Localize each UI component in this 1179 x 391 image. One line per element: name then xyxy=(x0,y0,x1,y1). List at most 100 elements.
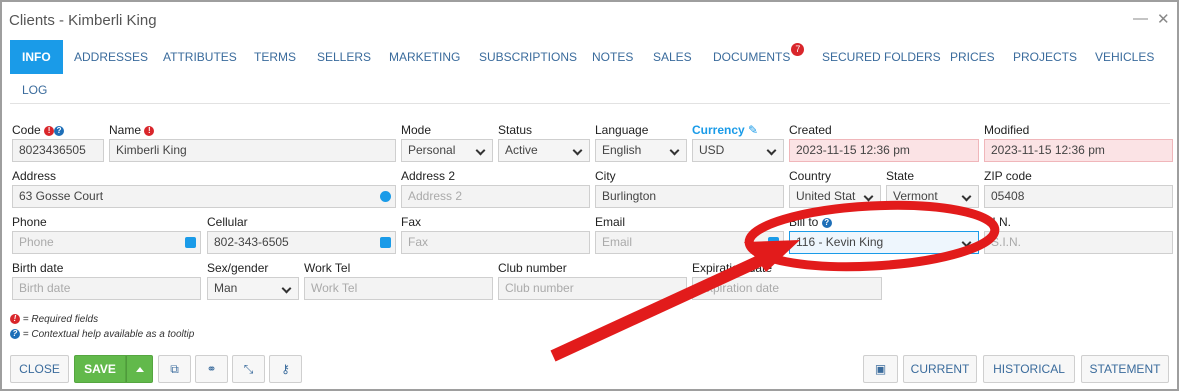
sexgender-select[interactable]: Man xyxy=(207,277,299,300)
help-legend: ? = Contextual help available as a toolt… xyxy=(10,329,194,340)
billto-select[interactable]: 116 - Kevin King xyxy=(789,231,979,254)
phone-label: Phone xyxy=(12,215,47,229)
edit-icon[interactable]: ✎ xyxy=(748,123,758,137)
sin-field[interactable]: S.I.N. xyxy=(984,231,1173,254)
modified-field: 2023-11-15 12:36 pm xyxy=(984,139,1173,162)
phone-icon[interactable] xyxy=(380,237,391,248)
sin-label: .I.N. xyxy=(989,215,1012,229)
close-icon[interactable]: ✕ xyxy=(1157,10,1170,28)
modified-label: Modified xyxy=(984,123,1030,137)
duplicate-button[interactable]: ⧉ xyxy=(158,355,191,383)
tab-vehicles[interactable]: VEHICLES xyxy=(1083,40,1166,74)
tab-documents-label: DOCUMENTS xyxy=(713,50,791,64)
zip-field[interactable]: 05408 xyxy=(984,185,1173,208)
phone-icon[interactable] xyxy=(185,237,196,248)
tab-terms[interactable]: TERMS xyxy=(242,40,308,74)
save-button[interactable]: SAVE xyxy=(74,355,126,383)
worktel-field[interactable]: Work Tel xyxy=(304,277,493,300)
currency-select[interactable]: USD xyxy=(692,139,784,162)
birthdate-label: Birth date xyxy=(12,261,64,275)
caret-up-icon xyxy=(135,367,144,373)
tab-bar: INFO ADDRESSES ATTRIBUTES TERMS SELLERS … xyxy=(10,40,1170,104)
tab-sales[interactable]: SALES xyxy=(641,40,704,74)
help-icon[interactable]: ? xyxy=(821,217,832,228)
code-label: Code !? xyxy=(12,123,65,137)
envelope-icon[interactable] xyxy=(768,237,779,248)
billto-label: Bill to ? xyxy=(789,215,832,229)
created-label: Created xyxy=(789,123,832,137)
country-select[interactable]: United Stat xyxy=(789,185,881,208)
worktel-label: Work Tel xyxy=(304,261,351,275)
address2-label: Address 2 xyxy=(401,169,456,183)
cellular-label: Cellular xyxy=(207,215,248,229)
tab-projects[interactable]: PROJECTS xyxy=(1001,40,1089,74)
expiration-field[interactable]: Expiration date xyxy=(692,277,882,300)
fax-label: Fax xyxy=(401,215,422,229)
minimize-icon[interactable]: — xyxy=(1133,10,1148,27)
status-select[interactable]: Active xyxy=(498,139,590,162)
statement-button[interactable]: STATEMENT xyxy=(1081,355,1169,383)
tab-sellers[interactable]: SELLERS xyxy=(305,40,383,74)
money-button[interactable]: ▣ xyxy=(863,355,898,383)
clubnumber-field[interactable]: Club number xyxy=(498,277,687,300)
compress-icon: ⤡ xyxy=(243,362,254,376)
key-icon: ⚷ xyxy=(281,362,290,376)
tab-documents[interactable]: DOCUMENTS7 xyxy=(701,40,816,74)
help-icon: ? xyxy=(10,329,20,340)
city-label: City xyxy=(595,169,616,183)
required-icon: ! xyxy=(44,125,55,136)
language-select[interactable]: English xyxy=(595,139,687,162)
state-select[interactable]: Vermont xyxy=(886,185,979,208)
cellular-field[interactable]: 802-343-6505 xyxy=(207,231,396,254)
sexgender-label: Sex/gender xyxy=(207,261,269,275)
link-icon: ⚭ xyxy=(206,362,217,376)
help-icon[interactable]: ? xyxy=(54,125,65,136)
city-field[interactable]: Burlington xyxy=(595,185,784,208)
globe-icon[interactable] xyxy=(380,191,391,202)
merge-button[interactable]: ⤡ xyxy=(232,355,265,383)
mode-select[interactable]: Personal xyxy=(401,139,493,162)
tab-attributes[interactable]: ATTRIBUTES xyxy=(151,40,249,74)
required-icon: ! xyxy=(144,125,155,136)
email-field[interactable]: Email xyxy=(595,231,784,254)
birthdate-field[interactable]: Birth date xyxy=(12,277,201,300)
documents-count-badge: 7 xyxy=(791,43,805,56)
fax-field[interactable]: Fax xyxy=(401,231,590,254)
tab-prices[interactable]: PRICES xyxy=(938,40,1007,74)
address-field[interactable]: 63 Gosse Court xyxy=(12,185,396,208)
expiration-label: Expiration date xyxy=(692,261,773,275)
state-label: State xyxy=(886,169,915,183)
save-dropdown-button[interactable] xyxy=(126,355,153,383)
phone-field[interactable]: Phone xyxy=(12,231,201,254)
key-button[interactable]: ⚷ xyxy=(269,355,302,383)
tab-notes[interactable]: NOTES xyxy=(580,40,645,74)
current-button[interactable]: CURRENT xyxy=(903,355,977,383)
historical-button[interactable]: HISTORICAL xyxy=(983,355,1075,383)
language-label: Language xyxy=(595,123,649,137)
tab-log[interactable]: LOG xyxy=(10,73,59,107)
clubnumber-label: Club number xyxy=(498,261,567,275)
name-label: Name ! xyxy=(109,123,155,137)
created-field: 2023-11-15 12:36 pm xyxy=(789,139,979,162)
tab-marketing[interactable]: MARKETING xyxy=(377,40,472,74)
close-button[interactable]: CLOSE xyxy=(10,355,69,383)
name-field[interactable]: Kimberli King xyxy=(109,139,396,162)
email-label: Email xyxy=(595,215,626,229)
link-button[interactable]: ⚭ xyxy=(195,355,228,383)
address2-field[interactable]: Address 2 xyxy=(401,185,590,208)
tab-subscriptions[interactable]: SUBSCRIPTIONS xyxy=(467,40,589,74)
required-icon: ! xyxy=(10,314,20,325)
window-title: Clients - Kimberli King xyxy=(9,12,157,29)
mode-label: Mode xyxy=(401,123,432,137)
currency-label[interactable]: Currency ✎ xyxy=(692,123,758,137)
money-icon: ▣ xyxy=(874,362,887,376)
tab-info[interactable]: INFO xyxy=(10,40,63,74)
code-field[interactable]: 8023436505 xyxy=(12,139,104,162)
copy-icon: ⧉ xyxy=(170,362,179,376)
status-label: Status xyxy=(498,123,533,137)
tab-addresses[interactable]: ADDRESSES xyxy=(62,40,160,74)
required-legend: ! = Required fields xyxy=(10,314,98,325)
country-label: Country xyxy=(789,169,832,183)
address-label: Address xyxy=(12,169,57,183)
tab-secured-folders[interactable]: SECURED FOLDERS xyxy=(810,40,953,74)
